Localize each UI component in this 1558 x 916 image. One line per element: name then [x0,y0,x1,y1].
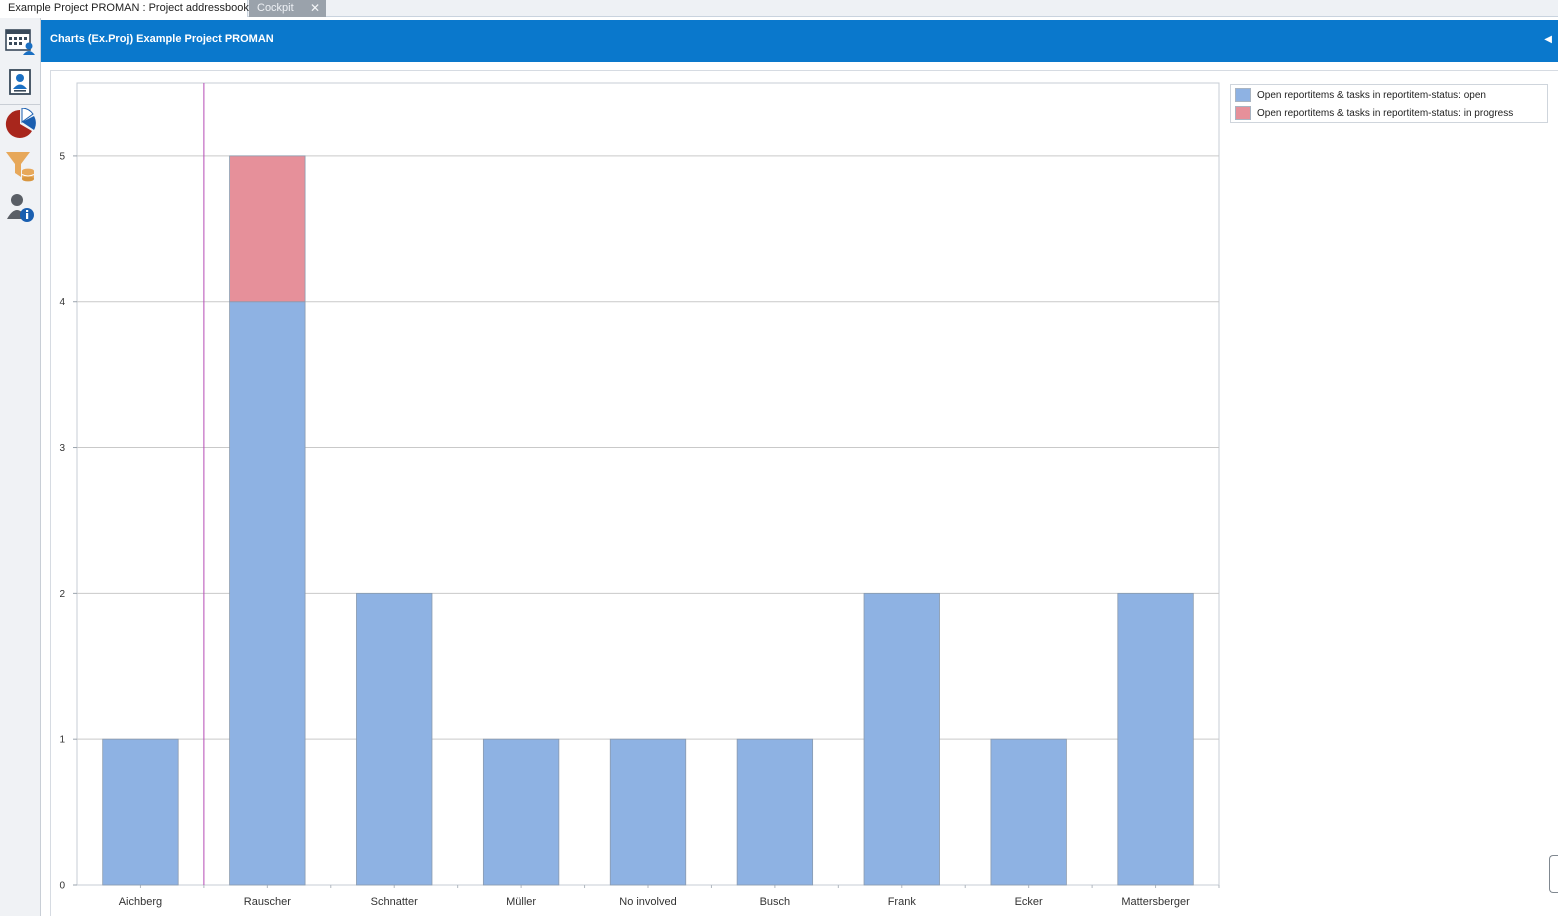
x-tick-label: Aichberg [119,896,162,908]
legend-swatch-in-progress [1235,106,1251,120]
scroll-handle[interactable] [1549,855,1558,893]
bar-open [229,301,306,886]
y-tick-label: 3 [59,443,65,454]
stacked-bar-chart: 0 1 2 3 4 5 Aichberg Rauscher Schnatter Müller No … [59,82,1220,908]
y-tick-label: 4 [59,297,65,308]
y-tick-label: 5 [59,151,65,162]
y-tick-label: 1 [59,735,65,746]
bar-open [356,592,433,886]
bar-open [736,738,814,886]
x-tick-label: Müller [506,896,536,908]
legend-item-in-progress: Open reportitems & tasks in reportitem-s… [1235,105,1513,121]
legend-label: Open reportitems & tasks in reportitem-s… [1257,89,1486,101]
y-tick-label: 0 [59,881,65,892]
legend-swatch-open [1235,88,1251,102]
bar-open [482,738,560,886]
bar-open [102,738,179,886]
legend-item-open: Open reportitems & tasks in reportitem-s… [1235,87,1486,103]
x-tick-label: Frank [888,896,917,908]
bar-in-progress [229,155,306,303]
bar-open [609,738,687,886]
x-tick-label: Busch [760,896,791,908]
x-tick-label: Schnatter [371,896,418,908]
bar-open [863,592,940,886]
legend-label: Open reportitems & tasks in reportitem-s… [1257,107,1514,119]
chart-legend: Open reportitems & tasks in reportitem-s… [1230,84,1548,123]
x-tick-label: No involved [619,896,676,908]
x-tick-label: Mattersberger [1121,896,1190,908]
x-tick-label: Ecker [1015,896,1043,908]
x-tick-label: Rauscher [244,896,291,908]
y-tick-label: 2 [59,589,65,600]
bar-open [990,738,1067,886]
bar-open [1117,592,1194,886]
